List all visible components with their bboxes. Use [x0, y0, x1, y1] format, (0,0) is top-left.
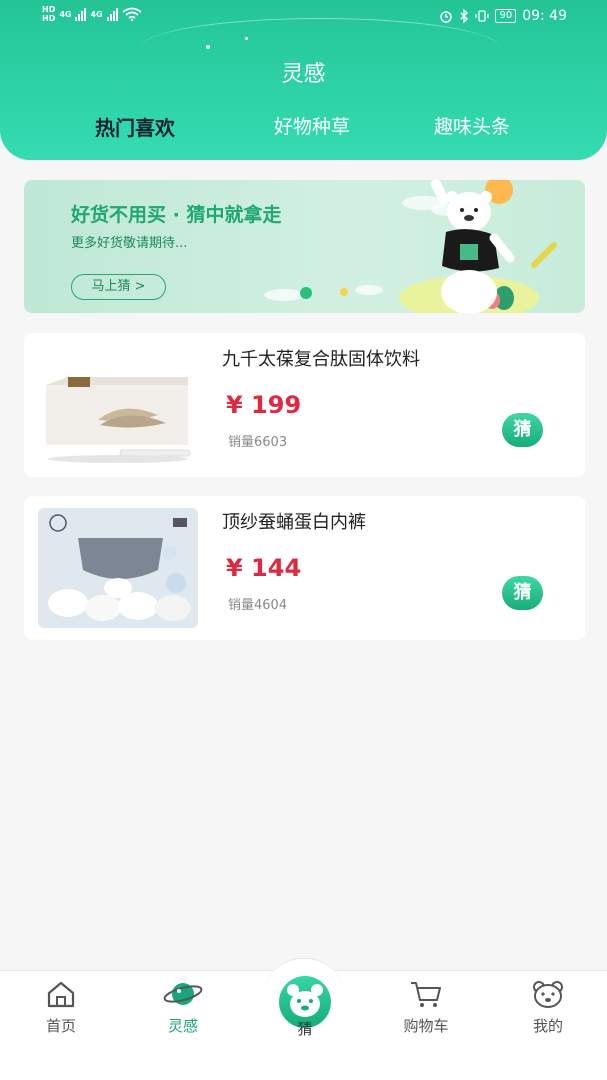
product-image [38, 345, 198, 465]
tab-hot-favorites[interactable]: 热门喜欢 [95, 112, 175, 141]
hd-badge: HD [42, 14, 56, 23]
alarm-icon [440, 11, 453, 23]
bottom-nav: 首页 灵感 猜 购物车 我的 [0, 958, 607, 1080]
guess-now-button[interactable]: 马上猜 > [71, 274, 166, 300]
product-sales-count: 销量6603 [228, 435, 288, 450]
cart-icon [411, 982, 441, 1007]
guess-button[interactable]: 猜 [502, 413, 543, 447]
product-card[interactable]: 九千太葆复合肽固体饮料 ¥ 199 销量6603 猜 [24, 333, 585, 477]
nav-label-cart: 购物车 [403, 1017, 449, 1035]
product-name: 九千太葆复合肽固体饮料 [222, 349, 420, 370]
home-icon [47, 981, 75, 1008]
planet-icon [163, 983, 203, 1005]
nav-label-mine: 我的 [532, 1017, 563, 1035]
decorative-star [206, 45, 210, 49]
nav-item-mine[interactable]: 我的 [498, 979, 598, 1049]
battery-indicator: 90 [495, 9, 517, 23]
banner-subtitle: 更多好货敬请期待... [71, 236, 188, 251]
signal-icon [106, 7, 118, 21]
tab-bar: 热门喜欢 好物种草 趣味头条 [0, 112, 607, 142]
nav-item-cart[interactable]: 购物车 [376, 979, 476, 1049]
nav-item-home[interactable]: 首页 [11, 979, 111, 1049]
nav-label-inspiration: 灵感 [167, 1017, 198, 1035]
network-type: 4G [90, 9, 103, 19]
wifi-icon [122, 7, 142, 21]
status-bar-network: HD HD 4G 4G [42, 5, 142, 23]
status-bar-system: 90 09: 49 [439, 8, 567, 24]
bear-head-icon [533, 981, 563, 1008]
product-price: ¥ 144 [226, 554, 302, 582]
hd-badges: HD HD [42, 5, 55, 23]
signal-icon [75, 7, 87, 21]
guess-button[interactable]: 猜 [502, 576, 543, 610]
nav-item-inspiration[interactable]: 灵感 [133, 979, 233, 1049]
product-sales-count: 销量4604 [228, 598, 288, 613]
product-image [38, 508, 198, 628]
network-type: 4G [59, 9, 72, 19]
product-card[interactable]: 顶纱蚕蛹蛋白内裤 ¥ 144 销量4604 猜 [24, 496, 585, 640]
bluetooth-icon [460, 9, 469, 23]
bear-mascot-illustration [431, 180, 515, 313]
app-header: HD HD 4G 4G 90 09: 49 灵感 热门喜欢 好物种草 趣味头条 [0, 0, 607, 160]
product-price: ¥ 199 [226, 391, 302, 419]
page-title: 灵感 [281, 62, 326, 87]
status-bar: HD HD 4G 4G 90 09: 49 [0, 0, 607, 34]
vibrate-icon [475, 10, 490, 22]
product-name: 顶纱蚕蛹蛋白内裤 [222, 512, 366, 533]
decorative-star [245, 37, 248, 40]
clock: 09: 49 [522, 8, 567, 24]
hd-badge: HD [42, 5, 56, 14]
tab-good-picks[interactable]: 好物种草 [274, 112, 350, 139]
promo-banner[interactable]: 好货不用买 · 猜中就拿走 更多好货敬请期待... 马上猜 > [24, 180, 585, 313]
nav-label-guess: 猜 [297, 1020, 313, 1038]
banner-title: 好货不用买 · 猜中就拿走 [71, 204, 282, 226]
nav-label-home: 首页 [45, 1017, 76, 1035]
tab-fun-headlines[interactable]: 趣味头条 [434, 112, 510, 139]
